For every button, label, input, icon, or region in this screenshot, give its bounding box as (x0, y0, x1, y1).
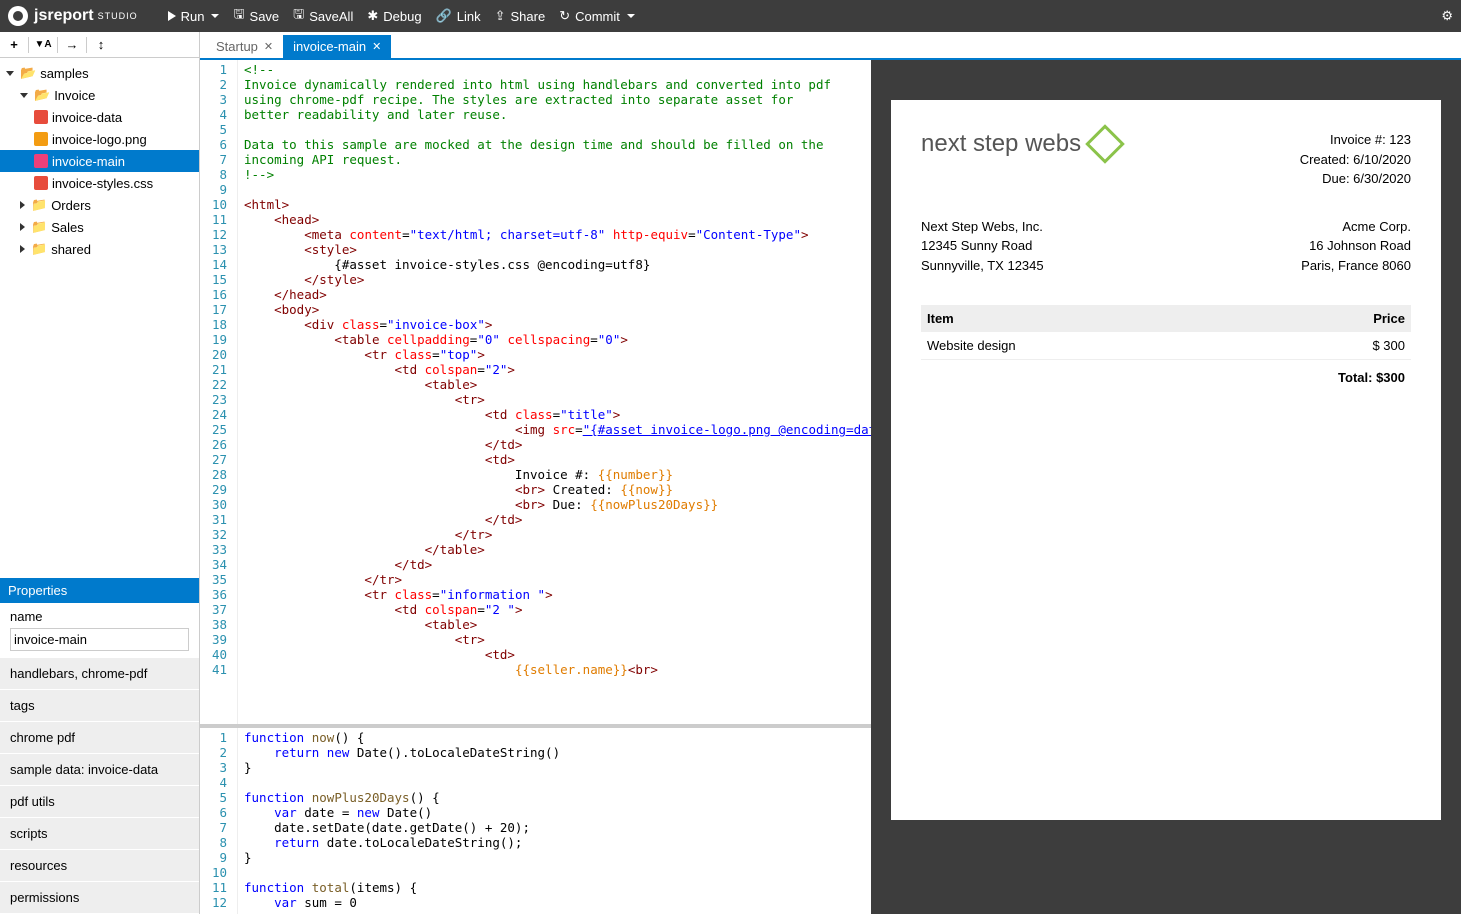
sidebar: + ▼A → ↕ 📂samples 📂Invoiceinvoice-datain… (0, 32, 200, 914)
tree-item-invoice-data[interactable]: invoice-data (0, 106, 199, 128)
save-button[interactable]: 🖫Save (233, 5, 279, 27)
prop-name: name (0, 603, 199, 658)
reorder-button[interactable]: ↕ (91, 35, 111, 55)
saveall-icon: 🖫 (293, 5, 304, 27)
logo: jsreport STUDIO (8, 6, 138, 26)
tree-item-invoice[interactable]: 📂Invoice (0, 84, 199, 106)
tree-item-invoice-logo-png[interactable]: invoice-logo.png (0, 128, 199, 150)
commit-button[interactable]: ↻Commit (559, 8, 635, 24)
from-address: Next Step Webs, Inc. 12345 Sunny Road Su… (921, 217, 1044, 276)
commit-icon: ↻ (559, 8, 570, 24)
prop-permissions[interactable]: permissions (0, 882, 199, 914)
debug-button[interactable]: ✱Debug (367, 8, 421, 24)
prop-handlebars-chrome-pdf[interactable]: handlebars, chrome-pdf (0, 658, 199, 690)
preview-pane: next step webs Invoice #: 123 Created: 6… (871, 60, 1461, 914)
link-button[interactable]: 🔗Link (436, 8, 481, 24)
play-icon (168, 11, 176, 21)
file-tree: 📂samples 📂Invoiceinvoice-datainvoice-log… (0, 58, 199, 578)
save-icon: 🖫 (233, 5, 244, 27)
file-icon (34, 132, 48, 146)
filter-button[interactable]: ▼A (33, 35, 53, 55)
add-button[interactable]: + (4, 35, 24, 55)
folder-icon: 📂 (20, 65, 36, 81)
logo-brand: jsreport (34, 7, 94, 25)
tree-item-invoice-main[interactable]: invoice-main (0, 150, 199, 172)
prop-resources[interactable]: resources (0, 850, 199, 882)
logo-sub: STUDIO (98, 11, 138, 21)
sidebar-toolbar: + ▼A → ↕ (0, 32, 199, 58)
tree-item-shared[interactable]: 📁shared (0, 238, 199, 260)
tab-startup[interactable]: Startup✕ (206, 35, 283, 58)
tab-bar: Startup✕invoice-main✕ (200, 32, 1461, 60)
preview-page: next step webs Invoice #: 123 Created: 6… (891, 100, 1441, 820)
saveall-button[interactable]: 🖫SaveAll (293, 5, 353, 27)
folder-icon: 📁 (31, 241, 47, 257)
prop-scripts[interactable]: scripts (0, 818, 199, 850)
to-address: Acme Corp. 16 Johnson Road Paris, France… (1301, 217, 1411, 276)
settings-button[interactable]: ⚙ (1441, 8, 1453, 24)
folder-icon: 📁 (31, 197, 47, 213)
company-icon (1085, 124, 1125, 164)
gear-icon: ⚙ (1441, 8, 1453, 23)
table-row: Website design$ 300 (921, 332, 1411, 360)
file-icon (34, 154, 48, 168)
link-icon: 🔗 (436, 8, 452, 24)
invoice-logo: next step webs (921, 130, 1119, 158)
top-toolbar: jsreport STUDIO Run 🖫Save 🖫SaveAll ✱Debu… (0, 0, 1461, 32)
name-input[interactable] (10, 628, 189, 651)
share-button[interactable]: ⇪Share (495, 8, 546, 24)
tree-root[interactable]: 📂samples (0, 62, 199, 84)
prop-pdf-utils[interactable]: pdf utils (0, 786, 199, 818)
logo-icon (8, 6, 28, 26)
bug-icon: ✱ (367, 8, 378, 24)
properties-header: Properties (0, 578, 199, 603)
helpers-editor[interactable]: 123456789101112function now() { return n… (200, 724, 871, 914)
invoice-meta: Invoice #: 123 Created: 6/10/2020 Due: 6… (1300, 130, 1411, 189)
tab-invoice-main[interactable]: invoice-main✕ (283, 35, 391, 58)
editor-area: Startup✕invoice-main✕ 123456789101112131… (200, 32, 1461, 914)
close-icon[interactable]: ✕ (372, 40, 381, 53)
prop-chrome-pdf[interactable]: chrome pdf (0, 722, 199, 754)
folder-icon: 📂 (34, 87, 50, 103)
invoice-total: Total: $300 (921, 360, 1411, 395)
prop-sample-data-invoice-data[interactable]: sample data: invoice-data (0, 754, 199, 786)
prop-tags[interactable]: tags (0, 690, 199, 722)
next-button[interactable]: → (62, 35, 82, 55)
share-icon: ⇪ (495, 8, 506, 24)
folder-icon: 📁 (31, 219, 47, 235)
tree-item-sales[interactable]: 📁Sales (0, 216, 199, 238)
file-icon (34, 110, 48, 124)
invoice-table: ItemPrice Website design$ 300 (921, 305, 1411, 360)
tree-item-invoice-styles-css[interactable]: invoice-styles.css (0, 172, 199, 194)
close-icon[interactable]: ✕ (264, 40, 273, 53)
main-editor[interactable]: 1234567891011121314151617181920212223242… (200, 60, 871, 724)
tree-item-orders[interactable]: 📁Orders (0, 194, 199, 216)
run-button[interactable]: Run (168, 9, 220, 24)
properties-panel: name handlebars, chrome-pdftagschrome pd… (0, 603, 199, 914)
file-icon (34, 176, 48, 190)
